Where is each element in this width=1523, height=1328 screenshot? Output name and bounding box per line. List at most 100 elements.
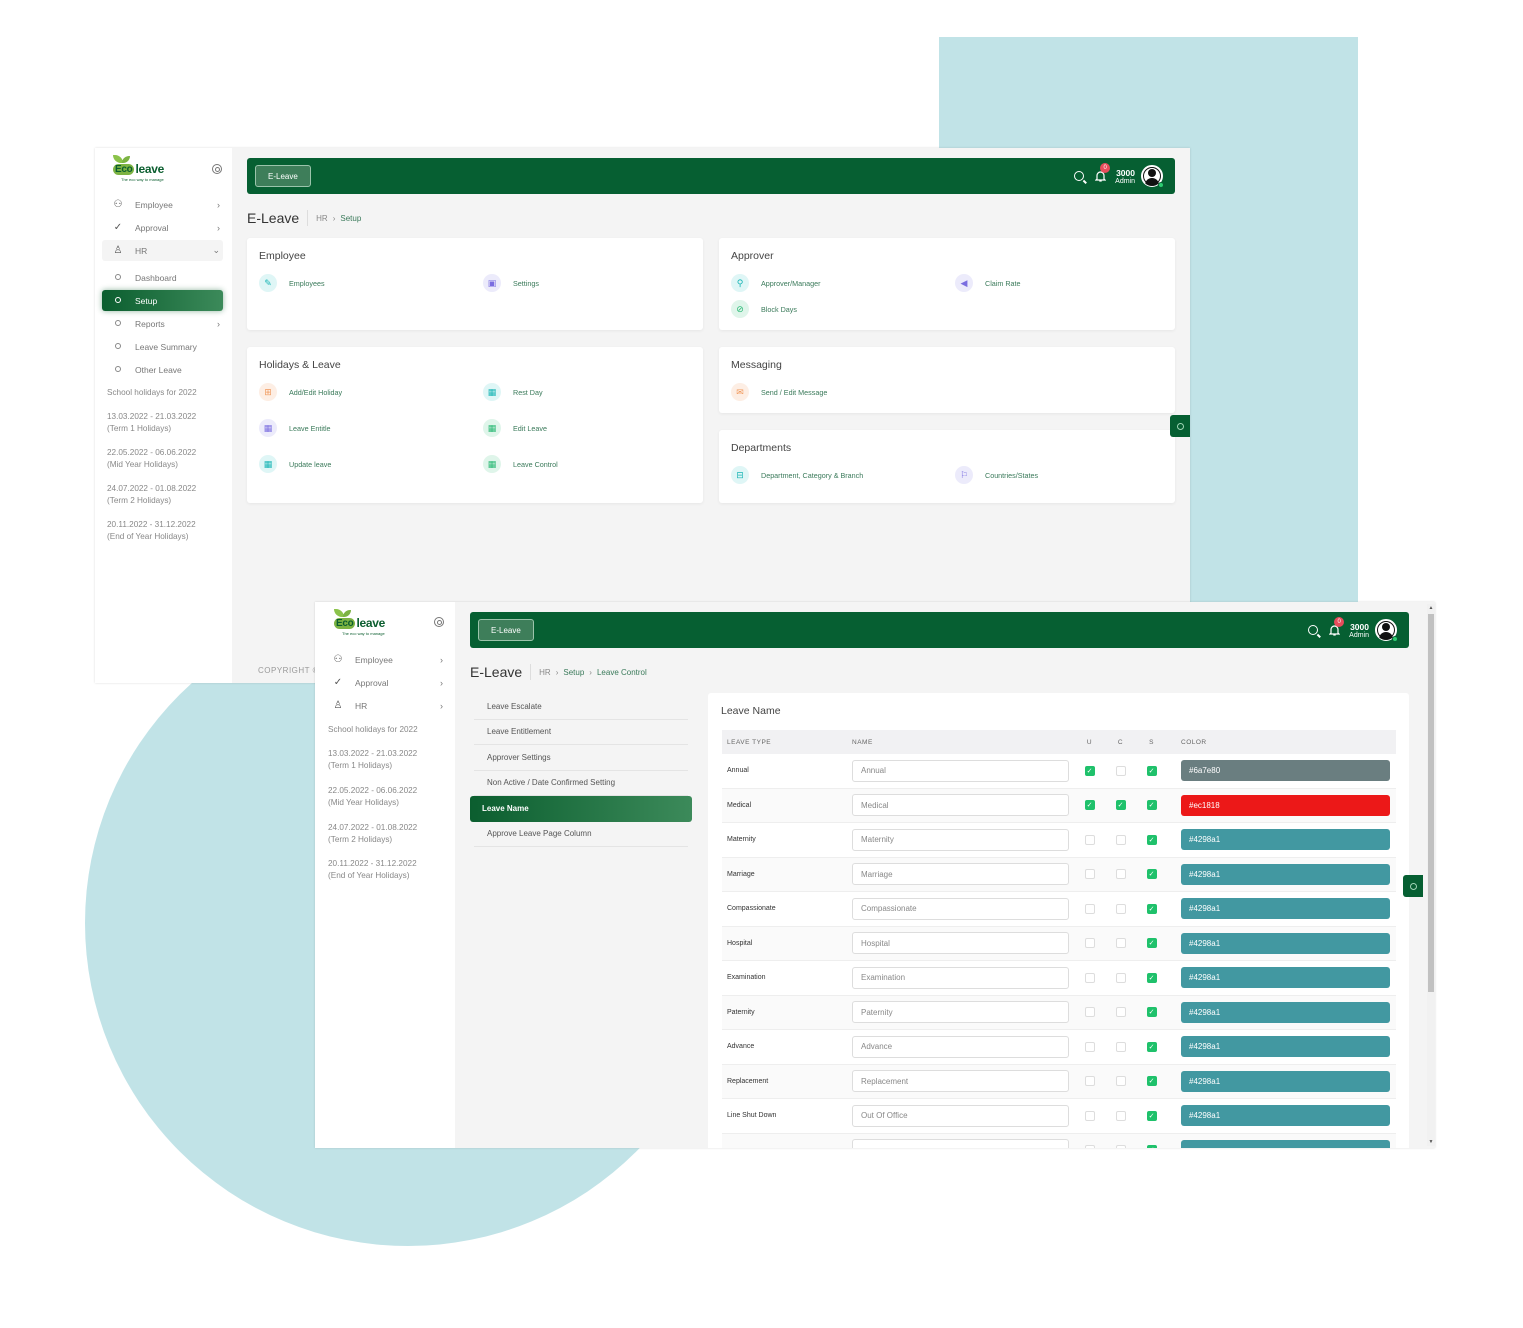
checkbox-u[interactable]	[1084, 1076, 1095, 1087]
checkbox-s[interactable]: ✓	[1146, 765, 1157, 776]
bell-icon[interactable]: 0	[1329, 617, 1345, 636]
link-leave-control[interactable]: ▦ Leave Control	[483, 455, 558, 473]
link-add-edit-holiday[interactable]: ⊞ Add/Edit Holiday	[259, 383, 342, 401]
leave-name-input[interactable]: Hospital	[852, 932, 1069, 955]
checkbox-c[interactable]	[1115, 1007, 1126, 1018]
link-countries-states[interactable]: ⚐ Countries/States	[955, 466, 1038, 484]
settings-icon[interactable]	[212, 164, 222, 174]
sidebar-item-hr[interactable]: ♙ HR ›	[322, 695, 446, 716]
leave-name-input[interactable]: Annual	[852, 759, 1069, 782]
checkbox-u[interactable]	[1084, 1007, 1095, 1018]
checkbox-s[interactable]: ✓	[1146, 903, 1157, 914]
checkbox-u[interactable]	[1084, 869, 1095, 880]
sidebar-subitem-other-leave[interactable]: Other Leave	[102, 359, 223, 380]
menu-approve-leave-page-column[interactable]: Approve Leave Page Column	[474, 822, 688, 847]
color-picker-field[interactable]: #4298a1	[1181, 829, 1390, 851]
user-info[interactable]: 3000 Admin	[1115, 168, 1135, 185]
color-picker-field[interactable]: #4298a1	[1181, 898, 1390, 920]
color-picker-field[interactable]: #4298a1	[1181, 1001, 1390, 1023]
sidebar-subitem-setup[interactable]: Setup	[102, 290, 223, 311]
checkbox-c[interactable]	[1115, 1041, 1126, 1052]
scroll-down-arrow[interactable]: ▼	[1427, 1138, 1435, 1146]
color-picker-field[interactable]: #4298a1	[1181, 1139, 1390, 1148]
scrollbar-thumb[interactable]	[1428, 614, 1434, 992]
checkbox-c[interactable]	[1115, 972, 1126, 983]
link-update-leave[interactable]: ▦ Update leave	[259, 455, 331, 473]
leave-name-input[interactable]: Advance	[852, 1035, 1069, 1058]
search-icon[interactable]	[1308, 625, 1319, 635]
checkbox-u[interactable]	[1084, 834, 1095, 845]
color-picker-field[interactable]: #6a7e80	[1181, 760, 1390, 782]
checkbox-s[interactable]: ✓	[1146, 1007, 1157, 1018]
checkbox-u[interactable]	[1084, 938, 1095, 949]
checkbox-s[interactable]: ✓	[1146, 1076, 1157, 1087]
checkbox-c[interactable]	[1115, 903, 1126, 914]
app-button[interactable]: E-Leave	[478, 619, 534, 641]
link-employees[interactable]: ✎ Employees	[259, 274, 325, 292]
breadcrumb-hr[interactable]: HR	[539, 668, 551, 677]
sidebar-subitem-reports[interactable]: Reports ›	[102, 313, 223, 334]
checkbox-u[interactable]: ✓	[1084, 765, 1095, 776]
link-block-days[interactable]: ⊘ Block Days	[731, 300, 797, 318]
checkbox-u[interactable]	[1084, 1145, 1095, 1148]
leave-name-input[interactable]: Out Of Office	[852, 1104, 1069, 1127]
leave-name-input[interactable]: Compassionate	[852, 897, 1069, 920]
breadcrumb-leave-control[interactable]: Leave Control	[597, 668, 647, 677]
link-settings[interactable]: ▣ Settings	[483, 274, 539, 292]
checkbox-s[interactable]: ✓	[1146, 1110, 1157, 1121]
checkbox-c[interactable]	[1115, 834, 1126, 845]
scroll-up-arrow[interactable]: ▲	[1427, 604, 1435, 612]
menu-leave-name[interactable]: Leave Name	[470, 796, 692, 822]
sidebar-subitem-dashboard[interactable]: Dashboard	[102, 267, 223, 288]
leave-name-input[interactable]	[852, 1139, 1069, 1148]
app-button[interactable]: E-Leave	[255, 165, 311, 187]
checkbox-c[interactable]	[1115, 1145, 1126, 1148]
color-picker-field[interactable]: #4298a1	[1181, 1105, 1390, 1127]
link-approver-manager[interactable]: ⚲ Approver/Manager	[731, 274, 821, 292]
link-edit-leave[interactable]: ▦ Edit Leave	[483, 419, 547, 437]
leave-name-input[interactable]: Replacement	[852, 1070, 1069, 1093]
checkbox-c[interactable]	[1115, 938, 1126, 949]
breadcrumb-setup[interactable]: Setup	[340, 214, 361, 223]
leave-name-input[interactable]: Maternity	[852, 828, 1069, 851]
avatar[interactable]	[1141, 165, 1164, 188]
checkbox-u[interactable]: ✓	[1084, 800, 1095, 811]
checkbox-c[interactable]	[1115, 869, 1126, 880]
bell-icon[interactable]: 0	[1095, 163, 1111, 182]
sidebar-item-hr[interactable]: ♙ HR ⌄	[102, 240, 223, 261]
checkbox-s[interactable]: ✓	[1146, 834, 1157, 845]
menu-leave-entitlement[interactable]: Leave Entitlement	[474, 720, 688, 745]
menu-non-active-date-confirmed[interactable]: Non Active / Date Confirmed Setting	[474, 771, 688, 796]
checkbox-u[interactable]	[1084, 903, 1095, 914]
breadcrumb-hr[interactable]: HR	[316, 214, 328, 223]
link-send-edit-message[interactable]: ✉ Send / Edit Message	[731, 383, 827, 401]
menu-approver-settings[interactable]: Approver Settings	[474, 745, 688, 771]
checkbox-u[interactable]	[1084, 972, 1095, 983]
leave-name-input[interactable]: Paternity	[852, 1001, 1069, 1024]
link-leave-entitle[interactable]: ▦ Leave Entitle	[259, 419, 331, 437]
checkbox-s[interactable]: ✓	[1146, 938, 1157, 949]
breadcrumb-setup[interactable]: Setup	[563, 668, 584, 677]
checkbox-c[interactable]: ✓	[1115, 800, 1126, 811]
checkbox-s[interactable]: ✓	[1146, 869, 1157, 880]
color-picker-field[interactable]: #ec1818	[1181, 794, 1390, 816]
color-picker-field[interactable]: #4298a1	[1181, 863, 1390, 885]
color-picker-field[interactable]: #4298a1	[1181, 1070, 1390, 1092]
checkbox-u[interactable]	[1084, 1041, 1095, 1052]
theme-settings-button[interactable]	[1170, 415, 1190, 437]
leave-name-input[interactable]: Marriage	[852, 863, 1069, 886]
checkbox-c[interactable]	[1115, 1076, 1126, 1087]
sidebar-subitem-leave-summary[interactable]: Leave Summary	[102, 336, 223, 357]
sidebar-item-employee[interactable]: ⚇ Employee ›	[322, 649, 446, 670]
avatar[interactable]	[1375, 619, 1398, 642]
checkbox-u[interactable]	[1084, 1110, 1095, 1121]
checkbox-s[interactable]: ✓	[1146, 800, 1157, 811]
checkbox-s[interactable]: ✓	[1146, 1145, 1157, 1148]
menu-leave-escalate[interactable]: Leave Escalate	[474, 694, 688, 720]
sidebar-item-employee[interactable]: ⚇ Employee ›	[102, 194, 223, 215]
leave-name-input[interactable]: Examination	[852, 966, 1069, 989]
checkbox-c[interactable]	[1115, 765, 1126, 776]
theme-settings-button[interactable]	[1403, 875, 1423, 897]
color-picker-field[interactable]: #4298a1	[1181, 932, 1390, 954]
leave-name-input[interactable]: Medical	[852, 794, 1069, 817]
